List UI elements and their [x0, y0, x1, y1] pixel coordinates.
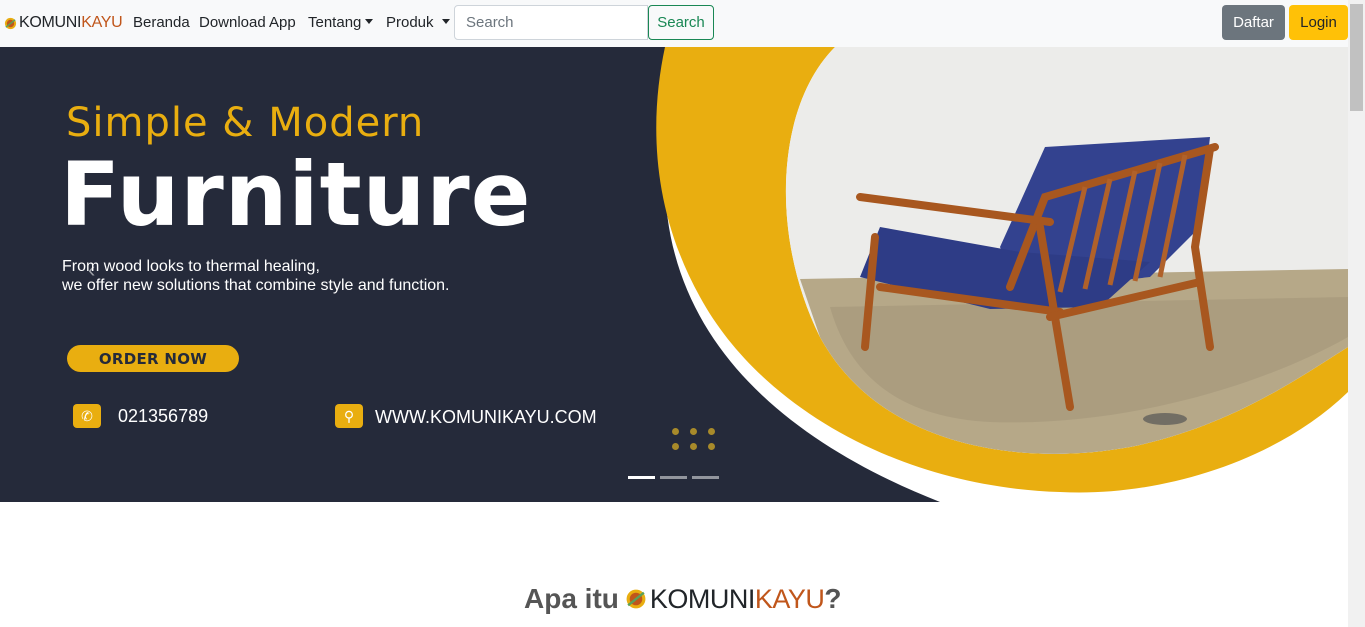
- login-button[interactable]: Login: [1289, 5, 1348, 40]
- hero-carousel: Simple & Modern Furniture From wood look…: [0, 47, 1348, 502]
- section-title: Apa itu KOMUNI KAYU ?: [524, 583, 842, 615]
- nav-link-download-app[interactable]: Download App: [199, 14, 296, 31]
- chevron-left-icon[interactable]: ‹: [88, 257, 95, 283]
- phone-icon: ✆: [73, 404, 101, 428]
- hero-description: From wood looks to thermal healing, we o…: [62, 257, 449, 295]
- nav-dropdown-produk-label: Produk: [386, 14, 434, 31]
- brand-text-part1: KOMUNI: [19, 14, 82, 31]
- order-now-button[interactable]: ORDER NOW: [67, 345, 239, 372]
- link-icon: ⚲: [335, 404, 363, 428]
- section-brand-part1: KOMUNI: [649, 583, 756, 614]
- nav-link-beranda[interactable]: Beranda: [133, 14, 190, 31]
- hero-description-line2: we offer new solutions that combine styl…: [62, 277, 450, 294]
- website-url: WWW.KOMUNIKAYU.COM: [375, 407, 597, 427]
- search-input[interactable]: [454, 5, 648, 40]
- phone-number: 021356789: [118, 406, 209, 426]
- nav-dropdown-produk[interactable]: Produk: [386, 14, 450, 31]
- carousel-indicator-1[interactable]: [628, 476, 655, 479]
- carousel-indicator-2[interactable]: [660, 476, 687, 479]
- search-button[interactable]: Search: [648, 5, 714, 40]
- caret-down-icon: [441, 19, 450, 24]
- brand-text-part2: KAYU: [81, 14, 123, 31]
- nav-dropdown-tentang-label: Tentang: [308, 14, 362, 31]
- logo-icon: [4, 17, 17, 29]
- scrollbar-thumb[interactable]: [1350, 4, 1363, 111]
- nav-dropdown-tentang[interactable]: Tentang: [308, 14, 374, 31]
- section-title-prefix: Apa itu: [524, 583, 619, 614]
- logo-icon: [626, 589, 646, 609]
- section-brand-part2: KAYU: [754, 583, 825, 614]
- caret-down-icon: [365, 19, 374, 24]
- navbar: KOMUNI KAYU Beranda Download App Tentang …: [0, 0, 1348, 47]
- hero-description-line1: From wood looks to thermal healing,: [62, 258, 320, 275]
- section-brand: KOMUNI KAYU: [625, 584, 825, 615]
- carousel-indicator-3[interactable]: [692, 476, 719, 479]
- brand-logo[interactable]: KOMUNI KAYU: [4, 14, 123, 32]
- hero-title: Furniture: [60, 143, 532, 246]
- section-title-suffix: ?: [824, 583, 842, 614]
- register-button[interactable]: Daftar: [1222, 5, 1285, 40]
- page-scrollbar[interactable]: [1348, 0, 1365, 627]
- hero-subtitle: Simple & Modern: [66, 100, 425, 146]
